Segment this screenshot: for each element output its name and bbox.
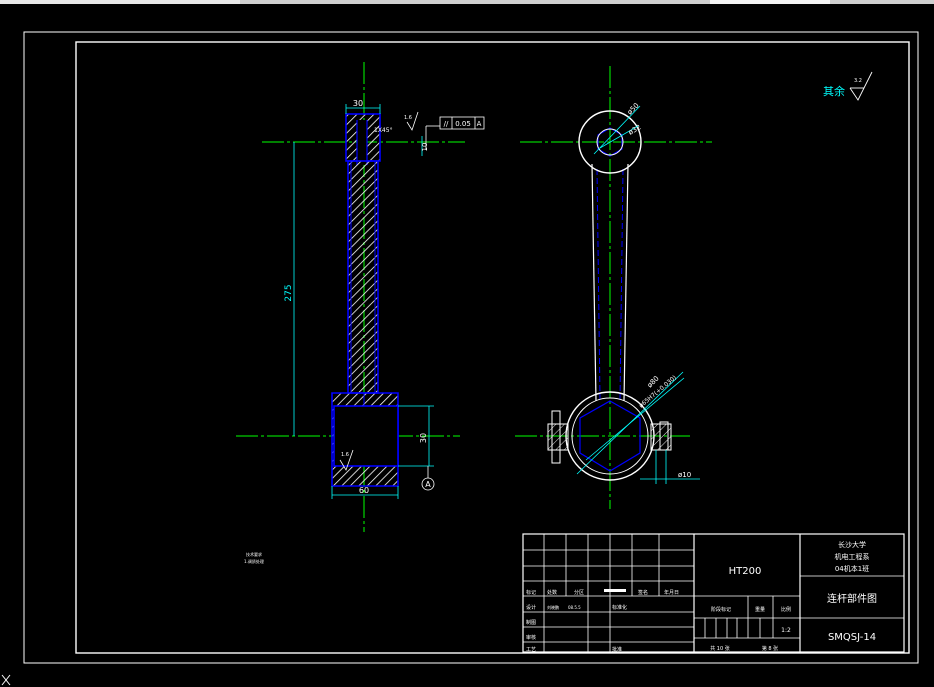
tech-notes-line1: 1.调质处理 bbox=[244, 558, 264, 564]
dim-length: 275 bbox=[284, 284, 294, 301]
title-class: 04机本1班 bbox=[835, 564, 869, 573]
label-stage: 阶段标记 bbox=[711, 606, 731, 613]
label-mark: 标记 bbox=[526, 589, 536, 596]
title-drawing-title: 连杆部件图 bbox=[827, 592, 877, 605]
datum-label: A bbox=[425, 480, 431, 489]
title-school: 长沙大学 bbox=[838, 540, 866, 549]
tech-notes: 技术要求 1.调质处理 bbox=[244, 551, 264, 564]
cad-drawing-canvas[interactable]: 30 275 1X45° 1.6 // 0.05 A 10 30 60 1.6 bbox=[0, 4, 934, 687]
title-department: 机电工程系 bbox=[835, 552, 870, 561]
change-doc-cell bbox=[604, 589, 626, 592]
other-roughness-label: 其余 bbox=[823, 84, 845, 98]
scale-value: 1:2 bbox=[781, 627, 791, 634]
label-approve: 批准 bbox=[612, 646, 622, 653]
designer: 刘晓鹏 bbox=[547, 604, 559, 610]
design-date: 08.5.5 bbox=[568, 605, 581, 610]
dim-bolt: ø10 bbox=[678, 471, 691, 479]
dim-bottom-width: 60 bbox=[359, 486, 369, 495]
sheet-outer-frame bbox=[23, 31, 919, 664]
label-weight: 重量 bbox=[755, 606, 765, 613]
dim-top-width: 30 bbox=[353, 99, 363, 108]
label-sign: 签名 bbox=[638, 589, 648, 596]
other-roughness-value: 3.2 bbox=[854, 78, 862, 84]
label-date: 年月日 bbox=[664, 589, 679, 596]
chamfer-note: 1X45° bbox=[374, 127, 393, 134]
label-drawn: 制图 bbox=[526, 619, 536, 626]
title-drawing-number: SMQSJ-14 bbox=[828, 632, 876, 643]
label-scale: 比例 bbox=[781, 606, 791, 613]
parallelism-datum: A bbox=[477, 120, 482, 128]
label-check: 审核 bbox=[526, 634, 536, 641]
dim-small-outer: ø50 bbox=[626, 101, 641, 116]
label-design: 设计 bbox=[526, 604, 536, 611]
parallelism-symbol: // bbox=[444, 120, 449, 128]
label-process: 工艺 bbox=[526, 647, 536, 653]
title-material: HT200 bbox=[729, 566, 762, 577]
label-count: 处数 bbox=[547, 589, 557, 596]
roughness-top: 1.6 bbox=[404, 115, 412, 121]
dim-bottom-height: 30 bbox=[419, 433, 428, 443]
roughness-bottom: 1.6 bbox=[341, 452, 349, 458]
dim-pin: 10 bbox=[421, 143, 429, 152]
parallelism-value: 0.05 bbox=[455, 120, 471, 128]
side-view: 30 275 1X45° 1.6 // 0.05 A 10 30 60 1.6 bbox=[236, 62, 485, 532]
ucs-icon bbox=[1, 674, 11, 686]
sheets-total: 共 10 张 bbox=[710, 645, 730, 652]
label-standard: 标准化 bbox=[612, 604, 627, 611]
sheet-inner-frame bbox=[75, 41, 910, 654]
label-zone: 分区 bbox=[574, 589, 584, 596]
title-block: HT200 长沙大学 机电工程系 04机本1班 连杆部件图 SMQSJ-14 标… bbox=[522, 533, 905, 653]
other-roughness-symbol: 其余 3.2 bbox=[823, 71, 873, 101]
sheet-number: 第 8 张 bbox=[762, 645, 778, 652]
tech-notes-title: 技术要求 bbox=[246, 551, 262, 557]
front-view: ø50 ø32 ø80 ø65H7(+0.030) ø10 bbox=[515, 66, 712, 509]
